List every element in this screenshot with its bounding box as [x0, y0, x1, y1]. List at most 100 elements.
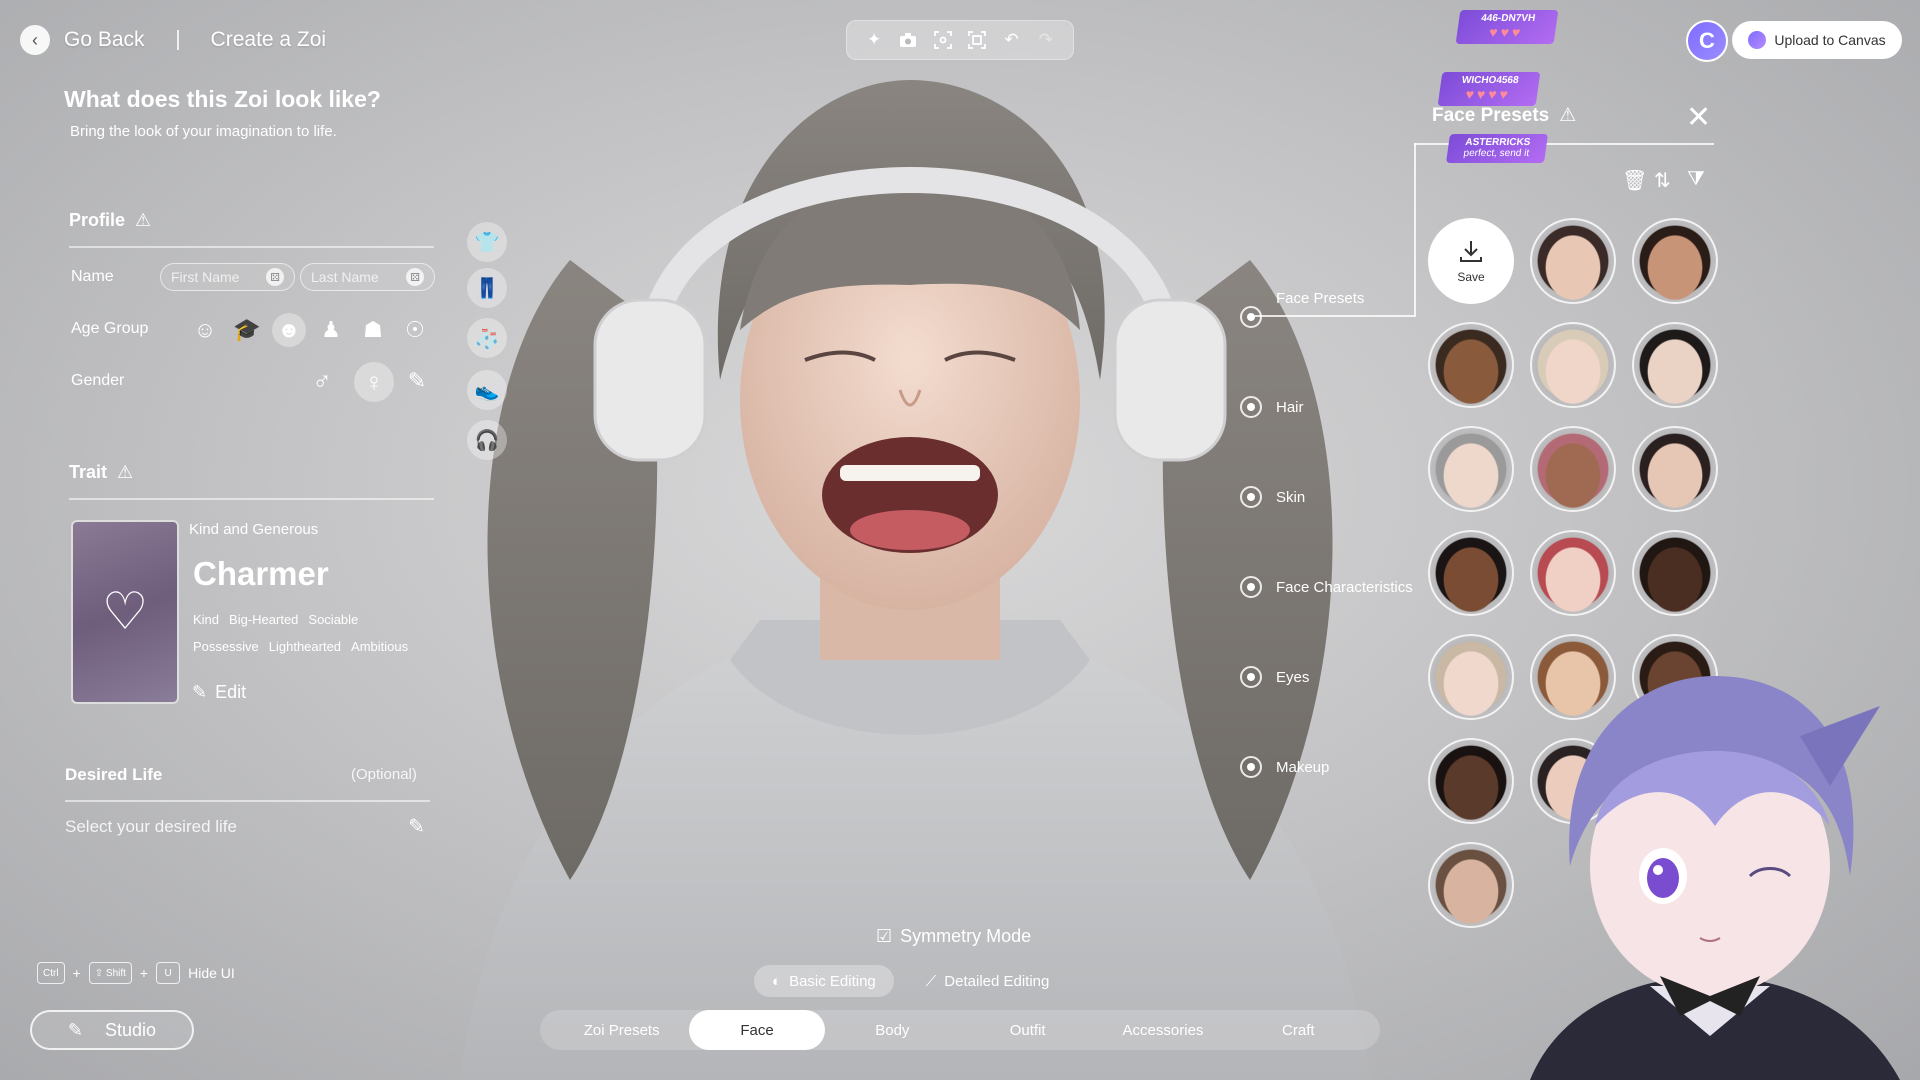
trait-edit-button[interactable]: ✎ Edit: [192, 682, 246, 703]
warning-icon: ⚠: [1559, 105, 1577, 126]
menu-dot: [1240, 486, 1262, 508]
randomize-icon[interactable]: ⚄: [266, 268, 284, 286]
u-key: U: [156, 962, 181, 984]
tab-body[interactable]: Body: [825, 1010, 960, 1050]
trait-tag: Possessive: [193, 639, 259, 654]
age-young-adult-icon[interactable]: ♟: [314, 313, 348, 347]
undo-icon[interactable]: ↶: [998, 27, 1024, 53]
wand-icon: ✎: [67, 1019, 84, 1040]
page-title: Create a Zoi: [210, 28, 327, 51]
symmetry-label: Symmetry Mode: [900, 926, 1032, 946]
menu-hair[interactable]: Hair: [1240, 396, 1304, 418]
close-icon[interactable]: ✕: [1686, 100, 1711, 135]
tab-zoi-presets[interactable]: Zoi Presets: [554, 1010, 689, 1050]
trait-card[interactable]: ♡: [71, 520, 179, 704]
menu-eyes[interactable]: Eyes: [1240, 666, 1309, 688]
category-tabs: Zoi Presets Face Body Outfit Accessories…: [540, 1010, 1380, 1050]
hide-ui-label: Hide UI: [188, 965, 235, 981]
face-preset[interactable]: [1428, 530, 1514, 616]
menu-face-characteristics[interactable]: Face Characteristics: [1240, 576, 1413, 598]
shoes-icon[interactable]: 👟: [467, 370, 507, 410]
age-infant-icon[interactable]: ☺: [188, 313, 222, 347]
basic-editing-option[interactable]: ◐ Basic Editing: [754, 965, 894, 997]
profile-section-title: Profile ⚠: [69, 210, 151, 231]
bottom-clothing-icon[interactable]: 👖: [467, 268, 507, 308]
face-preset[interactable]: [1428, 322, 1514, 408]
chat-username: ASTERRICKS: [1464, 137, 1532, 148]
canvas-avatar[interactable]: C: [1686, 20, 1728, 62]
menu-makeup[interactable]: Makeup: [1240, 756, 1329, 778]
face-preset[interactable]: [1632, 530, 1718, 616]
first-name-field[interactable]: First Name ⚄: [160, 263, 295, 291]
warning-icon: ⚠: [135, 210, 152, 230]
upload-to-canvas-button[interactable]: Upload to Canvas: [1732, 21, 1902, 59]
detailed-editing-option[interactable]: ⟋ Detailed Editing: [908, 965, 1068, 997]
capture-icon[interactable]: [964, 27, 990, 53]
redo-icon[interactable]: ↷: [1033, 27, 1059, 53]
download-icon: [1460, 241, 1482, 262]
male-icon[interactable]: ♂: [305, 364, 339, 398]
go-back-label[interactable]: Go Back: [64, 28, 145, 52]
focus-icon[interactable]: [930, 27, 956, 53]
zoi-info-panel: What does this Zoi look like? Bring the …: [64, 86, 444, 140]
age-elder-icon[interactable]: ☉: [398, 313, 432, 347]
socks-icon[interactable]: 🧦: [467, 318, 507, 358]
tab-craft[interactable]: Craft: [1231, 1010, 1366, 1050]
hearts-icon: ♥♥♥: [1488, 24, 1525, 40]
face-preset[interactable]: [1530, 530, 1616, 616]
edit-icon[interactable]: ✎: [408, 814, 425, 839]
detailed-editing-label: Detailed Editing: [944, 972, 1050, 990]
panel-subheading: Bring the look of your imagination to li…: [70, 123, 337, 140]
face-presets-title: Face Presets ⚠: [1432, 104, 1576, 127]
chat-badge: WICHO4568 ♥♥♥♥: [1437, 72, 1541, 106]
menu-label: Skin: [1276, 488, 1306, 506]
sparkle-icon[interactable]: ✦: [861, 27, 887, 53]
studio-button[interactable]: ✎ Studio: [30, 1010, 194, 1050]
check-circle-icon: ☑: [876, 926, 893, 946]
age-group-options: ☺ 🎓 ☻ ♟ ☗ ☉: [188, 313, 432, 347]
trash-icon[interactable]: 🗑: [1622, 168, 1647, 193]
back-button[interactable]: ‹: [20, 25, 50, 55]
face-presets-dot[interactable]: [1240, 306, 1262, 328]
headphones-icon[interactable]: 🎧: [467, 420, 507, 460]
edit-gender-icon[interactable]: ✎: [400, 364, 434, 398]
presets-connector: [1414, 143, 1416, 316]
menu-skin[interactable]: Skin: [1240, 486, 1305, 508]
face-preset[interactable]: [1530, 322, 1616, 408]
last-name-placeholder: Last Name: [311, 269, 379, 285]
face-preset[interactable]: [1428, 426, 1514, 512]
trait-edit-label: Edit: [215, 682, 247, 702]
age-student-icon[interactable]: 🎓: [230, 313, 264, 347]
chat-message: perfect, send it: [1462, 148, 1530, 159]
randomize-icon[interactable]: ⚄: [406, 268, 424, 286]
desired-life-divider: [65, 800, 430, 802]
hearts-icon: ♥♥♥♥: [1464, 86, 1513, 102]
face-preset[interactable]: [1530, 218, 1616, 304]
face-preset[interactable]: [1632, 322, 1718, 408]
filter-icon[interactable]: ⧩: [1687, 168, 1705, 191]
trait-title: Trait: [69, 462, 108, 482]
camera-icon[interactable]: [895, 27, 921, 53]
tab-outfit[interactable]: Outfit: [960, 1010, 1095, 1050]
age-teen-icon[interactable]: ☻: [272, 313, 306, 347]
profile-title: Profile: [69, 210, 126, 230]
face-preset[interactable]: [1530, 426, 1616, 512]
face-preset[interactable]: [1632, 426, 1718, 512]
menu-label: Eyes: [1276, 668, 1310, 686]
age-adult-icon[interactable]: ☗: [356, 313, 390, 347]
female-icon[interactable]: ♀: [354, 362, 394, 402]
last-name-field[interactable]: Last Name ⚄: [300, 263, 435, 291]
trait-subtitle: Kind and Generous: [189, 521, 319, 538]
tab-face[interactable]: Face: [689, 1010, 825, 1050]
chevron-left-icon: ‹: [32, 29, 38, 50]
tab-accessories[interactable]: Accessories: [1095, 1010, 1230, 1050]
top-clothing-icon[interactable]: 👕: [467, 222, 507, 262]
sort-icon[interactable]: ⇅: [1654, 168, 1671, 193]
desired-life-selector[interactable]: Select your desired life ✎: [65, 814, 425, 839]
save-preset-button[interactable]: Save: [1428, 218, 1514, 304]
face-preset[interactable]: [1632, 218, 1718, 304]
symmetry-mode-toggle[interactable]: ☑ Symmetry Mode: [876, 926, 1031, 947]
plus-sign: +: [139, 965, 149, 981]
presets-title-text: Face Presets: [1432, 104, 1550, 126]
menu-face-presets[interactable]: Face Presets: [1240, 290, 1364, 307]
